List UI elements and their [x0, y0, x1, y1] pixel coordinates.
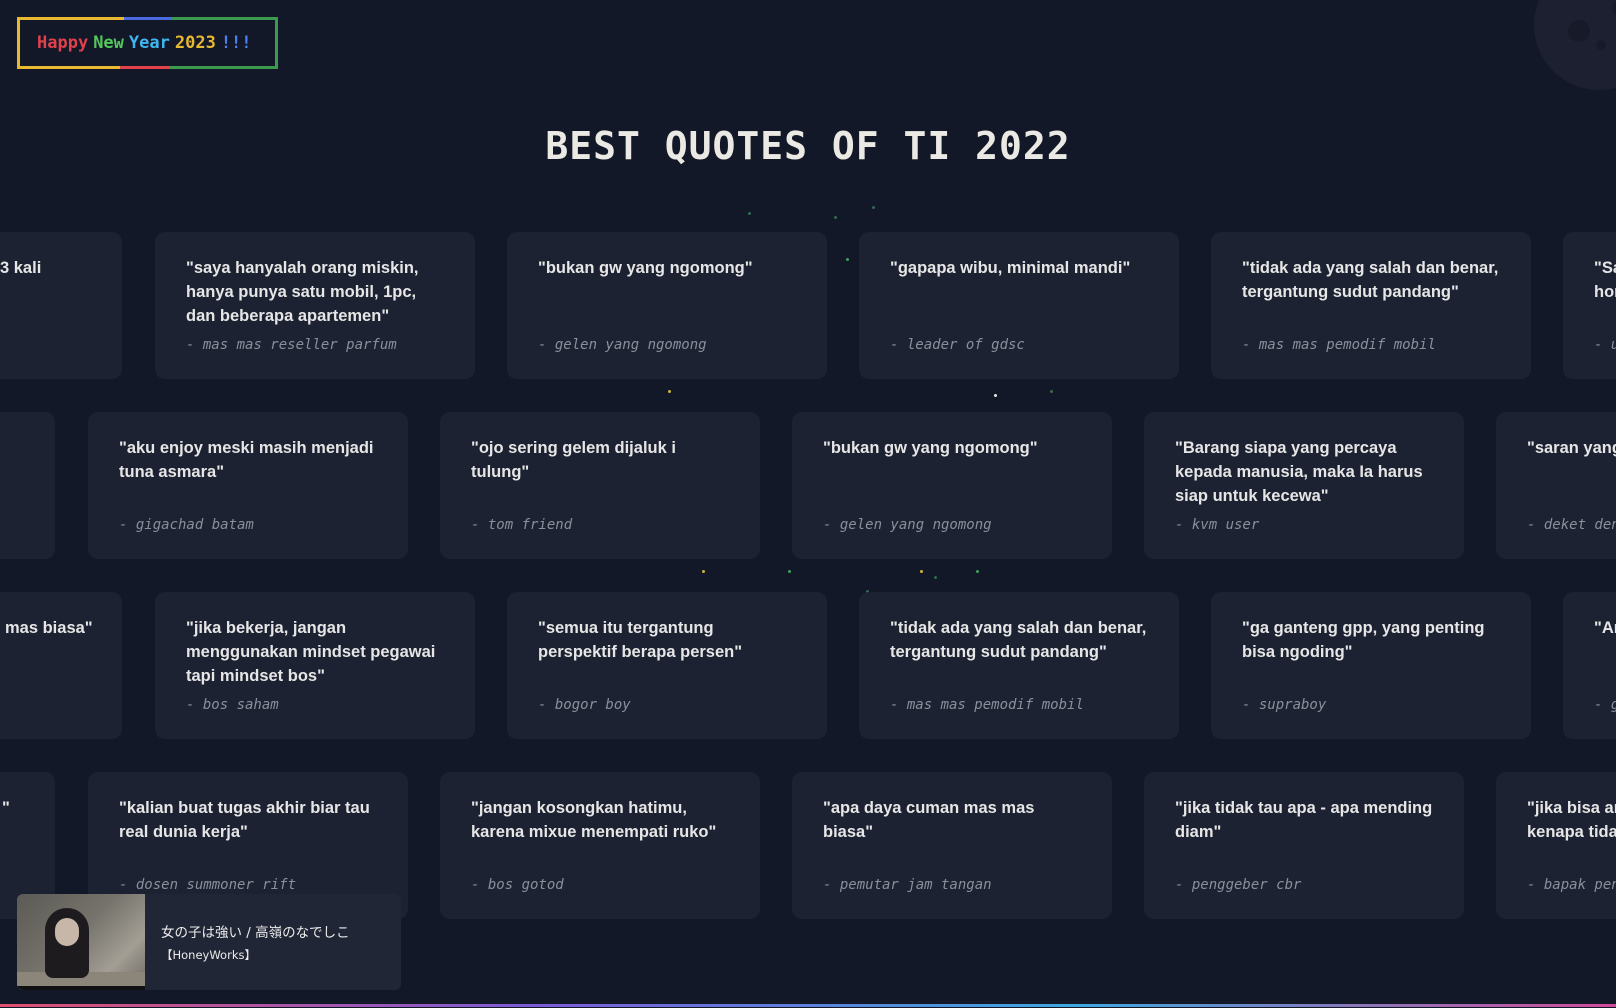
quote-text: "gapapa wibu, minimal mandi": [890, 259, 1131, 277]
quote-author: - pemutar jam tangan: [823, 877, 992, 893]
page-title: BEST QUOTES OF TI 2022: [545, 124, 1071, 168]
confetti-dot: [920, 570, 923, 573]
quote-card[interactable]: "ga ganteng gpp, yang penting bisa ngodi…: [1211, 592, 1531, 739]
quote-card[interactable]: "Sa hor - u: [1563, 232, 1616, 379]
quote-author: - bogor boy: [538, 697, 631, 713]
confetti-dot: [788, 570, 791, 573]
quote-text: "apa daya cuman mas mas biasa": [823, 799, 1035, 841]
bottom-gradient-line: [0, 1004, 1616, 1007]
track-title: 女の子は強い / 高嶺のなでしこ: [161, 925, 350, 941]
quote-card[interactable]: "apa daya cuman mas mas biasa" - pemutar …: [792, 772, 1112, 919]
banner-word-2023: 2023: [174, 33, 216, 53]
confetti-dot: [748, 212, 751, 215]
quote-author: - bos saham: [186, 697, 279, 713]
quote-text: ": [2, 799, 10, 817]
new-year-banner: Happy New Year 2023 !!!: [17, 17, 278, 69]
quote-card[interactable]: "gapapa wibu, minimal mandi" - leader of …: [859, 232, 1179, 379]
quote-text: "jika tidak tau apa - apa mending diam": [1175, 799, 1433, 841]
banner-word-year: Year: [128, 33, 170, 53]
quote-text: [0, 436, 25, 508]
quote-text: "jangan kosongkan hatimu, karena mixue m…: [471, 799, 717, 841]
quote-author: - gigachad batam: [119, 517, 254, 533]
quote-text: "saran yang lokal": [1527, 439, 1616, 457]
quote-text: 3 kali: [0, 259, 42, 277]
album-thumbnail[interactable]: [17, 894, 145, 990]
quote-text: "Sa hor: [1594, 259, 1616, 301]
quote-card[interactable]: "bukan gw yang ngomong" - gelen yang ngom…: [792, 412, 1112, 559]
quote-card[interactable]: "ojo sering gelem dijaluk i tulung" - tom…: [440, 412, 760, 559]
quote-author: - deket den: [1527, 517, 1616, 533]
confetti-dot: [1050, 390, 1053, 393]
quote-card[interactable]: "An - g: [1563, 592, 1616, 739]
confetti-dot: [872, 206, 875, 209]
quote-card[interactable]: [0, 412, 55, 559]
quote-author: - mas mas pemodif mobil: [1242, 337, 1436, 353]
quote-text: "aku enjoy meski masih menjadi tuna asma…: [119, 439, 374, 481]
quote-author: - kvm user: [1175, 517, 1260, 533]
quote-card[interactable]: "jangan kosongkan hatimu, karena mixue m…: [440, 772, 760, 919]
quote-author: - penggeber cbr: [1175, 877, 1302, 893]
confetti-dot: [834, 216, 837, 219]
quote-author: - bos gotod: [471, 877, 564, 893]
confetti-dot: [994, 394, 997, 397]
quote-card[interactable]: "tidak ada yang salah dan benar, tergant…: [859, 592, 1179, 739]
quote-text: "tidak ada yang salah dan benar, tergant…: [1242, 259, 1499, 301]
quote-row: "aku enjoy meski masih menjadi tuna asma…: [0, 412, 1616, 559]
music-player[interactable]: 女の子は強い / 高嶺のなでしこ 【HoneyWorks】: [17, 894, 401, 990]
track-artist: 【HoneyWorks】: [161, 948, 256, 962]
quote-author: - mas mas pemodif mobil: [890, 697, 1084, 713]
quote-card[interactable]: "bukan gw yang ngomong" - gelen yang ngom…: [507, 232, 827, 379]
quote-text: "kalian buat tugas akhir biar tau real d…: [119, 799, 370, 841]
banner-word-exclaim: !!!: [220, 33, 252, 53]
quote-text: "ga ganteng gpp, yang penting bisa ngodi…: [1242, 619, 1485, 661]
confetti-dot: [976, 570, 979, 573]
quote-card[interactable]: mas biasa": [0, 592, 122, 739]
track-info: 女の子は強い / 高嶺のなでしこ 【HoneyWorks】: [145, 921, 350, 963]
quote-text: "An: [1594, 619, 1616, 637]
quote-text: "saya hanyalah orang miskin, hanya punya…: [186, 259, 419, 325]
quote-row: 3 kali "saya hanyalah orang miskin, hany…: [0, 232, 1616, 379]
quote-card[interactable]: "jika tidak tau apa - apa mending diam" -…: [1144, 772, 1464, 919]
quote-card[interactable]: "jika bekerja, jangan menggunakan mindse…: [155, 592, 475, 739]
quote-text: "bukan gw yang ngomong": [823, 439, 1038, 457]
banner-word-new: New: [93, 33, 124, 53]
quote-text: mas biasa": [5, 619, 92, 637]
quote-card[interactable]: "aku enjoy meski masih menjadi tuna asma…: [88, 412, 408, 559]
quote-text: "bukan gw yang ngomong": [538, 259, 753, 277]
quote-author: - leader of gdsc: [890, 337, 1025, 353]
quote-text: "jika bisa ar kenapa tidal: [1527, 799, 1616, 841]
quote-author: - bapak pen: [1527, 877, 1616, 893]
quote-card[interactable]: "semua itu tergantung perspektif berapa …: [507, 592, 827, 739]
quote-author: - supraboy: [1242, 697, 1327, 713]
quote-text: "ojo sering gelem dijaluk i tulung": [471, 439, 676, 481]
quote-author: - gelen yang ngomong: [538, 337, 707, 353]
banner-word-happy: Happy: [37, 33, 89, 53]
quote-card[interactable]: "saran yang lokal" - deket den: [1496, 412, 1616, 559]
quote-author: - u: [1594, 337, 1616, 353]
quote-author: - g: [1594, 697, 1616, 713]
quote-author: - gelen yang ngomong: [823, 517, 992, 533]
confetti-dot: [934, 576, 937, 579]
quote-row: mas biasa" "jika bekerja, jangan menggun…: [0, 592, 1616, 739]
quote-text: "Barang siapa yang percaya kepada manusi…: [1175, 439, 1423, 505]
confetti-dot: [702, 570, 705, 573]
quote-author: - dosen summoner rift: [119, 877, 297, 893]
quote-card[interactable]: "Barang siapa yang percaya kepada manusi…: [1144, 412, 1464, 559]
quote-author: - tom friend: [471, 517, 573, 533]
quote-card[interactable]: "tidak ada yang salah dan benar, tergant…: [1211, 232, 1531, 379]
page: Happy New Year 2023 !!! BEST QUOTES OF T…: [0, 0, 1616, 1008]
quote-text: "jika bekerja, jangan menggunakan mindse…: [186, 619, 436, 685]
confetti-dot: [668, 390, 671, 393]
moon-decoration: [1534, 0, 1616, 90]
quote-text: "semua itu tergantung perspektif berapa …: [538, 619, 743, 661]
quote-author: - mas mas reseller parfum: [186, 337, 397, 353]
quote-text: "tidak ada yang salah dan benar, tergant…: [890, 619, 1147, 661]
quote-card[interactable]: 3 kali: [0, 232, 122, 379]
quote-card[interactable]: "jika bisa ar kenapa tidal - bapak pen: [1496, 772, 1616, 919]
quote-card[interactable]: "saya hanyalah orang miskin, hanya punya…: [155, 232, 475, 379]
